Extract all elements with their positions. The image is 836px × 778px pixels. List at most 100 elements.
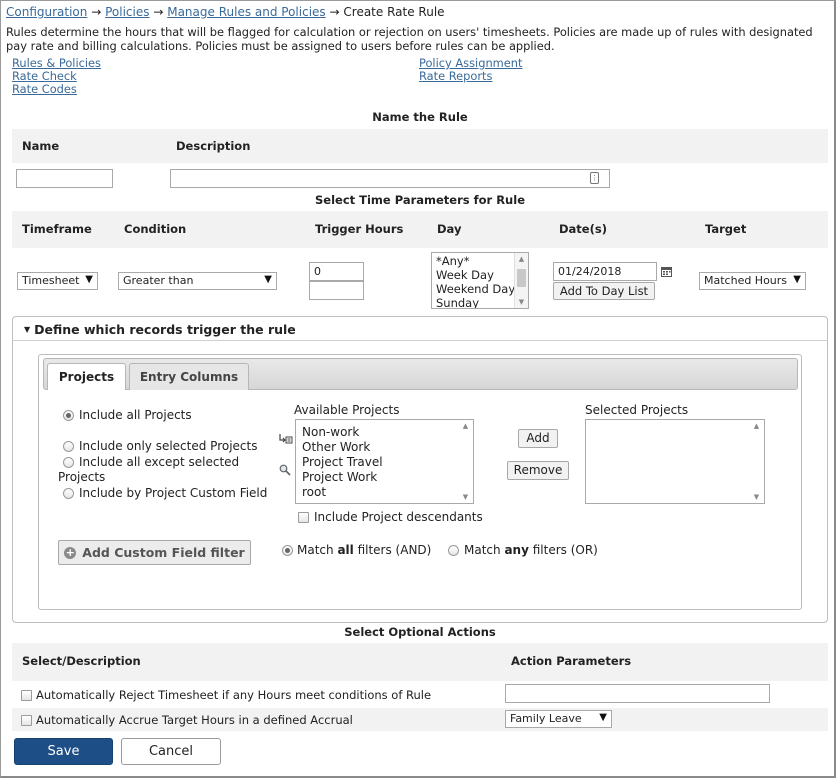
- rule-description-input[interactable]: ⋮: [170, 169, 610, 188]
- calendar-icon[interactable]: [661, 266, 672, 277]
- day-list-scrollbar[interactable]: ▲ ▼: [514, 253, 528, 308]
- intro-text: Rules determine the hours that will be f…: [6, 25, 813, 53]
- trigger-hours-input-2[interactable]: [309, 281, 364, 300]
- selected-projects-list[interactable]: ▲ ▼: [585, 419, 765, 504]
- save-button[interactable]: Save: [14, 738, 113, 765]
- plus-circle-icon: +: [64, 546, 77, 559]
- auto-reject-param-input[interactable]: [505, 684, 770, 703]
- include-descendants-label: Include Project descendants: [314, 510, 483, 524]
- scroll-up-icon[interactable]: ▲: [750, 422, 763, 430]
- link-rules-policies[interactable]: Rules & Policies: [12, 56, 101, 70]
- link-rate-reports[interactable]: Rate Reports: [419, 69, 492, 83]
- match-any-label: Match any filters (OR): [464, 543, 598, 557]
- target-value: Matched Hours: [704, 274, 788, 287]
- accrual-value: Family Leave: [510, 712, 582, 725]
- radio-include-except-label: Include all except selected: [79, 455, 240, 469]
- timeframe-value: Timesheet: [22, 274, 80, 287]
- cancel-button[interactable]: Cancel: [121, 738, 221, 765]
- remove-project-button[interactable]: Remove: [507, 461, 569, 480]
- auto-accrue-label: Automatically Accrue Target Hours in a d…: [36, 713, 353, 727]
- trigger-hours-input-1[interactable]: [309, 262, 364, 281]
- radio-include-selected-label: Include only selected Projects: [79, 439, 258, 453]
- name-column-header: Name: [22, 139, 60, 153]
- rule-name-input[interactable]: [16, 169, 113, 188]
- date-input[interactable]: [553, 262, 657, 281]
- define-records-title: Define which records trigger the rule: [34, 322, 296, 337]
- scroll-up-icon[interactable]: ▲: [459, 422, 472, 430]
- chevron-down-icon: ▼: [264, 274, 272, 285]
- caret-down-icon: ▼: [24, 325, 31, 334]
- tab-entry-columns[interactable]: Entry Columns: [129, 363, 249, 390]
- available-projects-list[interactable]: Non-work Other Work Project Travel Proje…: [295, 419, 474, 504]
- optional-actions-title: Select Optional Actions: [344, 625, 496, 639]
- hierarchy-icon[interactable]: [278, 433, 293, 445]
- available-projects-scrollbar[interactable]: ▲ ▼: [459, 420, 473, 503]
- selected-projects-label: Selected Projects: [585, 403, 689, 417]
- breadcrumb-separator: →: [91, 5, 102, 19]
- link-policy-assignment[interactable]: Policy Assignment: [419, 56, 522, 70]
- day-header: Day: [437, 222, 462, 236]
- chevron-down-icon: ▼: [793, 274, 801, 285]
- time-params-title: Select Time Parameters for Rule: [315, 193, 525, 207]
- dates-header: Date(s): [559, 222, 607, 236]
- scroll-down-icon[interactable]: ▼: [459, 493, 472, 501]
- auto-reject-checkbox[interactable]: [21, 690, 32, 701]
- radio-include-custom-field[interactable]: [63, 488, 74, 499]
- add-custom-field-filter-label: Add Custom Field filter: [82, 545, 245, 560]
- name-rule-title: Name the Rule: [372, 110, 468, 124]
- define-records-header[interactable]: ▼ Define which records trigger the rule: [24, 322, 296, 337]
- add-to-day-list-button[interactable]: Add To Day List: [553, 282, 655, 300]
- link-rate-codes[interactable]: Rate Codes: [12, 82, 77, 96]
- match-all-label: Match all filters (AND): [297, 543, 432, 557]
- breadcrumb-current: Create Rate Rule: [343, 5, 445, 19]
- radio-match-any[interactable]: [448, 545, 459, 556]
- project-option[interactable]: Non-work: [296, 425, 473, 440]
- auto-reject-label: Automatically Reject Timesheet if any Ho…: [36, 688, 432, 702]
- accrual-select[interactable]: Family Leave ▼: [505, 710, 612, 728]
- add-custom-field-filter-button[interactable]: + Add Custom Field filter: [58, 540, 251, 565]
- project-option[interactable]: Other Work: [296, 440, 473, 455]
- breadcrumb-manage-rules[interactable]: Manage Rules and Policies: [167, 5, 325, 19]
- breadcrumb-separator: →: [153, 5, 164, 19]
- auto-accrue-checkbox[interactable]: [21, 715, 32, 726]
- available-projects-label: Available Projects: [294, 403, 400, 417]
- description-column-header: Description: [176, 139, 251, 153]
- radio-include-selected[interactable]: [63, 441, 74, 452]
- radio-match-all[interactable]: [282, 545, 293, 556]
- condition-value: Greater than: [123, 274, 194, 287]
- breadcrumb-policies[interactable]: Policies: [105, 5, 149, 19]
- radio-include-except-label-cont: Projects: [58, 470, 106, 484]
- chevron-down-icon: ▼: [599, 712, 607, 723]
- radio-include-custom-field-label: Include by Project Custom Field: [79, 486, 268, 500]
- target-header: Target: [705, 222, 747, 236]
- panel-divider: [12, 340, 828, 341]
- day-listbox[interactable]: *Any* Week Day Weekend Day Sunday ▲ ▼: [431, 252, 529, 309]
- expand-text-icon[interactable]: ⋮: [590, 172, 599, 184]
- breadcrumb-configuration[interactable]: Configuration: [6, 5, 87, 19]
- project-option[interactable]: Project Travel: [296, 455, 473, 470]
- selected-projects-scrollbar[interactable]: ▲ ▼: [750, 420, 764, 503]
- scroll-thumb[interactable]: [517, 269, 526, 287]
- link-rate-check[interactable]: Rate Check: [12, 69, 77, 83]
- scroll-down-icon[interactable]: ▼: [515, 298, 528, 306]
- add-project-button[interactable]: Add: [518, 429, 558, 448]
- trigger-hours-header: Trigger Hours: [315, 222, 404, 236]
- project-option[interactable]: Project Work: [296, 470, 473, 485]
- condition-header: Condition: [124, 222, 187, 236]
- timeframe-header: Timeframe: [22, 222, 92, 236]
- chevron-down-icon: ▼: [85, 274, 93, 285]
- target-select[interactable]: Matched Hours ▼: [699, 272, 806, 290]
- scroll-up-icon[interactable]: ▲: [515, 255, 528, 263]
- select-description-header: Select/Description: [22, 654, 141, 668]
- scroll-down-icon[interactable]: ▼: [750, 493, 763, 501]
- breadcrumb-separator: →: [329, 5, 340, 19]
- tab-projects[interactable]: Projects: [47, 363, 126, 390]
- breadcrumb: Configuration → Policies → Manage Rules …: [6, 5, 445, 19]
- include-descendants-checkbox[interactable]: [298, 512, 309, 523]
- timeframe-select[interactable]: Timesheet ▼: [17, 272, 98, 290]
- radio-include-all[interactable]: [63, 410, 74, 421]
- project-option[interactable]: root: [296, 485, 473, 500]
- radio-include-except[interactable]: [63, 457, 74, 468]
- search-icon[interactable]: [279, 464, 291, 476]
- condition-select[interactable]: Greater than ▼: [118, 272, 277, 290]
